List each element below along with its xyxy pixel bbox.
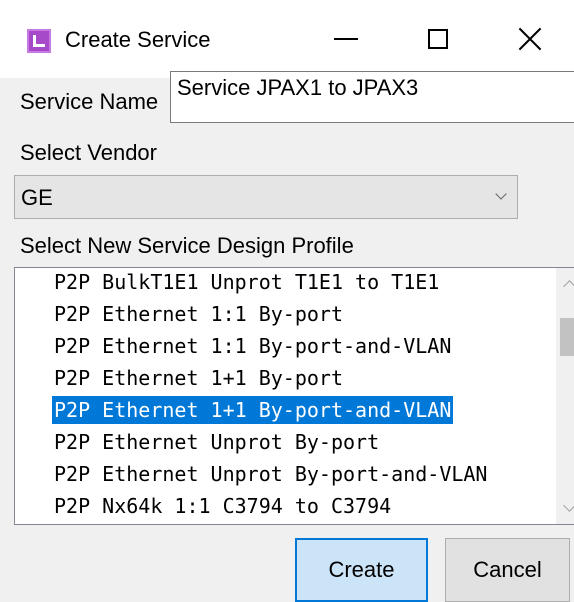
window-title: Create Service (65, 27, 211, 52)
vendor-label: Select Vendor (20, 140, 157, 165)
list-item[interactable]: P2P Ethernet 1:1 By-port (52, 300, 345, 328)
close-button[interactable] (484, 0, 574, 78)
minimize-button[interactable] (300, 0, 392, 78)
close-icon (518, 27, 542, 51)
cancel-button[interactable]: Cancel (445, 538, 570, 602)
list-item[interactable]: P2P Ethernet Unprot By-port (52, 428, 381, 456)
scroll-up-icon[interactable] (563, 280, 574, 293)
profile-listbox[interactable]: P2P BulkT1E1 Unprot T1E1 to T1E1 P2P Eth… (14, 267, 574, 525)
profile-label: Select New Service Design Profile (20, 233, 354, 258)
vertical-scrollbar[interactable] (556, 268, 574, 524)
create-service-dialog: Create Service Service Name Select Vendo… (0, 0, 574, 602)
create-button[interactable]: Create (295, 538, 428, 602)
list-item[interactable]: P2P Nx64k 1:1 C3794 to C3794 (52, 492, 393, 520)
list-item[interactable]: P2P Ethernet 1:1 By-port-and-VLAN (52, 332, 453, 360)
maximize-button[interactable] (392, 0, 484, 78)
vendor-selected-value: GE (21, 185, 53, 210)
list-item-selected[interactable]: P2P Ethernet 1+1 By-port-and-VLAN (52, 396, 454, 424)
app-icon (27, 29, 51, 53)
service-name-input[interactable] (170, 71, 574, 123)
maximize-icon (428, 29, 448, 49)
chevron-down-icon (495, 188, 507, 200)
service-name-label: Service Name (20, 89, 159, 114)
list-item[interactable]: P2P Ethernet 1+1 By-port (52, 364, 345, 392)
title-bar: Create Service (0, 0, 574, 78)
minimize-icon (334, 38, 358, 40)
list-item[interactable]: P2P Ethernet Unprot By-port-and-VLAN (52, 460, 489, 488)
vendor-dropdown[interactable]: GE (14, 175, 518, 219)
scroll-down-icon[interactable] (563, 499, 574, 512)
list-item[interactable]: P2P BulkT1E1 Unprot T1E1 to T1E1 (52, 268, 441, 296)
scroll-thumb[interactable] (560, 318, 574, 356)
